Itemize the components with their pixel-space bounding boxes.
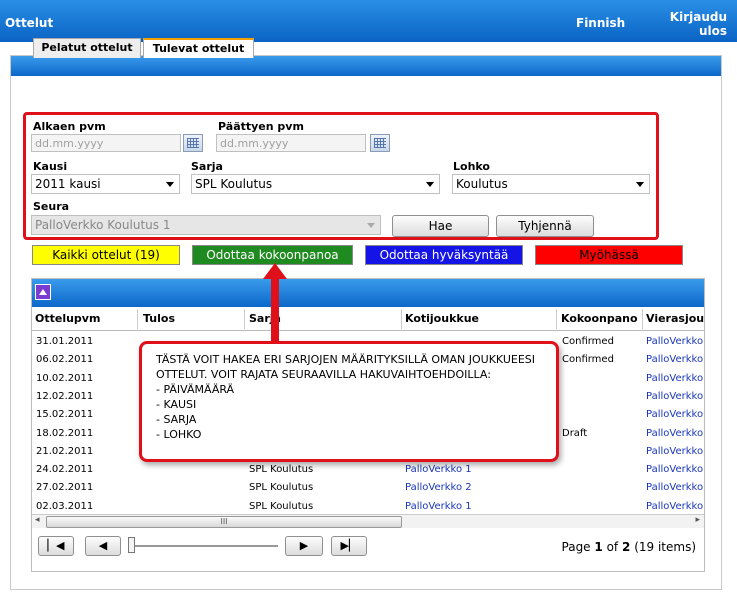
page-slider-thumb[interactable] <box>128 537 135 553</box>
app-title: Ottelut <box>5 16 54 30</box>
scroll-thumb[interactable]: III <box>46 516 402 528</box>
filter-awaiting-lineup[interactable]: Odottaa kokoonpanoa (17) <box>192 245 353 280</box>
page-of: of <box>606 540 619 554</box>
cell-date: 27.02.2011 <box>36 482 94 494</box>
cell-away[interactable]: PalloVerkko <box>646 446 704 457</box>
page-prefix: Page <box>561 540 591 554</box>
cell-lineup: Confirmed <box>562 354 614 366</box>
tab-upcoming-matches[interactable]: Tulevat ottelut <box>143 38 254 58</box>
cell-date: 18.02.2011 <box>36 427 94 439</box>
cell-date: 21.02.2011 <box>36 445 94 457</box>
cell-away[interactable]: PalloVerkko <box>646 501 704 512</box>
filter-awaiting-approval[interactable]: Odottaa hyväksyntää (18) <box>365 245 523 280</box>
header-divider <box>32 330 704 331</box>
language-link[interactable]: Finnish <box>576 16 625 30</box>
current-page: 1 <box>594 540 603 554</box>
cell-away[interactable]: PalloVerkko <box>646 354 704 365</box>
help-callout: TÄSTÄ VOIT HAKEA ERI SARJOJEN MÄÄRITYKSI… <box>139 341 559 462</box>
table-row[interactable]: 27.02.2011 SPL Koulutus PalloVerkko 2 Pallo… <box>32 479 704 497</box>
callout-arrow-shaft <box>271 276 279 346</box>
cell-away[interactable]: PalloVerkko <box>646 464 704 475</box>
callout-line: - PÄIVÄMÄÄRÄ <box>156 383 235 396</box>
table-row[interactable]: 24.02.2011 SPL Koulutus PalloVerkko 1 Pallo… <box>32 461 704 479</box>
scroll-left-icon[interactable]: ◂ <box>35 515 40 525</box>
cell-date: 31.01.2011 <box>36 336 94 347</box>
filter-all-matches[interactable]: Kaikki ottelut (19) <box>32 245 180 265</box>
panel-header <box>11 56 721 76</box>
column-header-home[interactable]: Kotijoukkue <box>402 309 557 329</box>
callout-line: - KAUSI <box>156 398 197 411</box>
collapse-icon[interactable] <box>35 284 51 300</box>
first-page-button[interactable]: ▏◀ <box>38 536 74 556</box>
cell-date: 24.02.2011 <box>36 464 94 476</box>
cell-series: SPL Koulutus <box>249 500 314 512</box>
tab-played-matches[interactable]: Pelatut ottelut <box>33 38 141 58</box>
cell-lineup: Confirmed <box>562 336 614 347</box>
table-row[interactable]: 02.03.2011 SPL Koulutus PalloVerkko 1 Pallo… <box>32 498 704 516</box>
cell-home[interactable]: PalloVerkko 1 <box>405 464 555 475</box>
page-slider-track[interactable] <box>128 545 278 547</box>
filter-late[interactable]: Myöhässä <box>535 245 683 265</box>
item-count: (19 items) <box>634 540 696 554</box>
next-page-button[interactable]: ▶ <box>285 536 323 556</box>
cell-away[interactable]: PalloVerkko <box>646 373 704 384</box>
total-pages: 2 <box>622 540 631 554</box>
cell-lineup: Draft <box>562 427 588 439</box>
column-header-away[interactable]: Vierasjoukkue <box>643 309 704 329</box>
search-highlight-box <box>23 112 659 240</box>
cell-date: 06.02.2011 <box>36 354 94 366</box>
cell-away[interactable]: PalloVerkko <box>646 428 704 439</box>
cell-series: SPL Koulutus <box>249 482 314 494</box>
cell-date: 02.03.2011 <box>36 500 94 512</box>
column-header-date[interactable]: Ottelupvm <box>32 309 138 329</box>
callout-line: - SARJA <box>156 413 197 426</box>
callout-line: - LOHKO <box>156 428 202 441</box>
cell-home[interactable]: PalloVerkko 1 <box>405 501 555 512</box>
previous-page-button[interactable]: ◀ <box>85 536 121 556</box>
logout-link[interactable]: Kirjaudu ulos <box>655 10 727 38</box>
page-info: Page 1 of 2 (19 items) <box>562 540 696 554</box>
column-header-lineup[interactable]: Kokoonpano <box>558 309 643 329</box>
cell-home[interactable]: PalloVerkko 2 <box>405 482 555 493</box>
cell-date: 12.02.2011 <box>36 390 94 402</box>
cell-away[interactable]: PalloVerkko <box>646 391 704 402</box>
cell-away[interactable]: PalloVerkko <box>646 482 704 493</box>
cell-away[interactable]: PalloVerkko <box>646 336 704 347</box>
cell-series: SPL Koulutus <box>249 464 314 476</box>
column-header-series[interactable]: Sarja <box>246 309 402 329</box>
callout-line: OTTELUT. VOIT RAJATA SEURAAVILLA HAKUVAI… <box>156 368 491 381</box>
grid-toolbar <box>32 279 704 307</box>
cell-date: 15.02.2011 <box>36 409 94 421</box>
column-header-result[interactable]: Tulos <box>140 309 245 329</box>
callout-arrow-head <box>263 263 287 279</box>
horizontal-scrollbar[interactable]: ◂ III ▸ <box>32 514 704 528</box>
top-bar: Ottelut Finnish Kirjaudu ulos <box>0 0 737 42</box>
scroll-right-icon[interactable]: ▸ <box>695 515 700 525</box>
last-page-button[interactable]: ▶▏ <box>331 536 367 556</box>
callout-line: TÄSTÄ VOIT HAKEA ERI SARJOJEN MÄÄRITYKSI… <box>156 353 536 366</box>
cell-date: 10.02.2011 <box>36 372 94 384</box>
cell-away[interactable]: PalloVerkko <box>646 409 704 420</box>
